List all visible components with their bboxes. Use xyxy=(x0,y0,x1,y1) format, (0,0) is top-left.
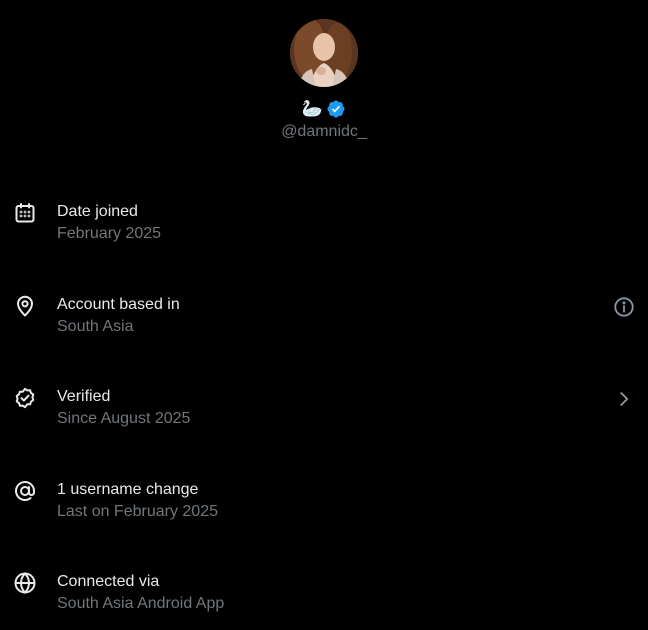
row-username-changes: 1 username change Last on February 2025 xyxy=(0,468,648,561)
row-text: Verified Since August 2025 xyxy=(57,387,190,429)
row-subtitle: February 2025 xyxy=(57,225,162,242)
row-text: Account based in South Asia xyxy=(57,295,180,337)
profile-header: 🦢 @damnidc_ xyxy=(0,19,648,142)
row-subtitle: South Asia Android App xyxy=(57,595,225,612)
row-subtitle: South Asia xyxy=(57,317,134,335)
row-connected-via: Connected via South Asia Android App xyxy=(0,560,648,630)
row-verified[interactable]: Verified Since August 2025 xyxy=(0,375,648,468)
location-pin-icon xyxy=(13,294,37,318)
row-title: Date joined xyxy=(57,203,138,220)
row-text: 1 username change Last on February 2025 xyxy=(57,480,218,522)
swan-emoji: 🦢 xyxy=(301,99,324,119)
row-title: 1 username change xyxy=(57,480,199,498)
row-date-joined: Date joined February 2025 xyxy=(0,190,648,283)
row-text: Connected via South Asia Android App xyxy=(57,572,224,614)
row-text: Date joined February 2025 xyxy=(57,202,161,244)
account-info-page: 🦢 @damnidc_ Date joined February 2025 Ac… xyxy=(0,0,648,630)
avatar[interactable] xyxy=(290,19,358,87)
row-title: Connected via xyxy=(57,573,160,590)
calendar-icon xyxy=(13,201,37,225)
row-title: Verified xyxy=(57,388,111,405)
chevron-right-icon[interactable] xyxy=(613,388,635,410)
info-icon[interactable] xyxy=(613,296,635,318)
row-title: Account based in xyxy=(57,295,180,313)
at-sign-icon xyxy=(13,479,37,503)
row-account-based-in: Account based in South Asia xyxy=(0,283,648,376)
globe-icon xyxy=(13,571,37,595)
account-details-list: Date joined February 2025 Account based … xyxy=(0,190,648,630)
profile-handle[interactable]: @damnidc_ xyxy=(281,122,367,142)
display-name-row: 🦢 xyxy=(302,98,346,120)
verified-check-icon xyxy=(13,386,37,410)
row-subtitle: Since August 2025 xyxy=(57,410,191,427)
verified-badge-icon xyxy=(326,99,346,119)
row-subtitle: Last on February 2025 xyxy=(57,502,218,520)
